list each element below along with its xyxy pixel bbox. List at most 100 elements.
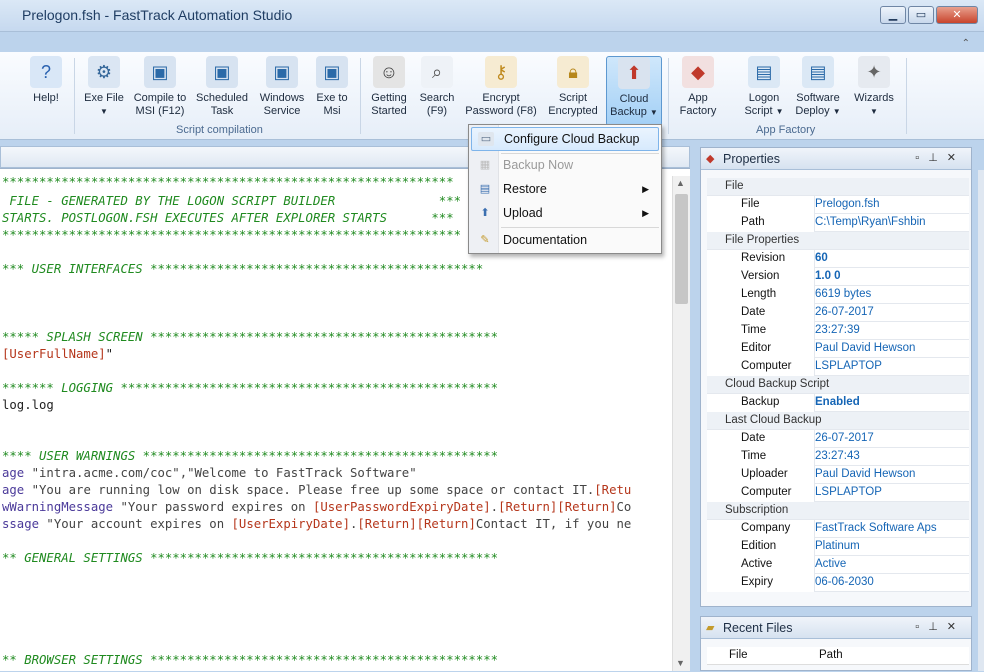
- maximize-button[interactable]: ▭: [908, 6, 934, 24]
- category-file[interactable]: File: [707, 178, 969, 196]
- property-row[interactable]: Version 1.0 0: [707, 268, 969, 286]
- exe-to-msi-button[interactable]: ▣ Exe to Msi: [312, 56, 352, 132]
- chevron-down-icon: ▼: [100, 107, 108, 116]
- code-line: **** USER WARNINGS *********************…: [2, 449, 499, 463]
- code-line: wWarningMessage "Your password expires o…: [2, 500, 632, 514]
- property-row[interactable]: Company FastTrack Software Aps: [707, 520, 969, 538]
- column-file[interactable]: File: [729, 649, 748, 661]
- property-row[interactable]: Date 26-07-2017: [707, 430, 969, 448]
- window-title: Prelogon.fsh - FastTrack Automation Stud…: [22, 7, 293, 23]
- submenu-arrow-icon: ▶: [642, 208, 649, 218]
- menu-item-configure-cloud-backup[interactable]: ▭ Configure Cloud Backup: [471, 127, 659, 151]
- scroll-up-icon[interactable]: ▲: [676, 178, 685, 188]
- code-line: *** USER INTERFACES ********************…: [2, 262, 484, 276]
- restore-icon: ▤: [479, 183, 491, 195]
- chevron-down-icon: ▼: [775, 107, 784, 116]
- exe-to-msi-icon: ▣: [316, 56, 348, 88]
- code-line: ******* LOGGING ************************…: [2, 381, 499, 395]
- wizards-icon: ✦: [858, 56, 890, 88]
- category-file-properties[interactable]: File Properties: [707, 232, 969, 250]
- property-row[interactable]: Active Active: [707, 556, 969, 574]
- cloud-backup-menu: ▭ Configure Cloud Backup ▦ Backup Now ▤ …: [468, 124, 662, 254]
- menu-separator: [501, 227, 659, 228]
- column-path[interactable]: Path: [819, 649, 843, 661]
- script-encrypted-button[interactable]: 🔒︎ Script Encrypted: [544, 56, 602, 132]
- upload-icon: ⬆: [480, 207, 490, 219]
- code-line: [UserFullName]": [2, 347, 114, 361]
- code-line: age "You are running low on disk space. …: [2, 483, 632, 497]
- logon-script-button[interactable]: ▤ Logon Script ▼: [742, 56, 786, 132]
- search-button[interactable]: ⌕ Search (F9): [416, 56, 458, 132]
- cloud-backup-button[interactable]: ⬆ Cloud Backup ▼: [606, 56, 662, 126]
- property-row[interactable]: Uploader Paul David Hewson: [707, 466, 969, 484]
- scheduled-task-button[interactable]: ▣ Scheduled Task: [194, 56, 250, 132]
- encrypt-password-button[interactable]: ⚷ Encrypt Password (F8): [464, 56, 538, 132]
- software-deploy-button[interactable]: ▤ Software Deploy ▼: [792, 56, 844, 132]
- property-row[interactable]: Editor Paul David Hewson: [707, 340, 969, 358]
- chevron-down-icon: ▼: [649, 108, 658, 117]
- property-row[interactable]: Time 23:27:43: [707, 448, 969, 466]
- app-factory-button[interactable]: ◆ App Factory: [674, 56, 722, 132]
- person-icon: ☺: [373, 56, 405, 88]
- ribbon-separator: [74, 58, 75, 134]
- code-line: ****************************************…: [2, 175, 454, 189]
- title-bar: Prelogon.fsh - FastTrack Automation Stud…: [0, 0, 984, 32]
- ribbon-separator: [360, 58, 361, 134]
- code-line: STARTS. POSTLOGON.FSH EXECUTES AFTER EXP…: [2, 211, 454, 225]
- code-line: ** BROWSER SETTINGS ********************…: [2, 653, 499, 667]
- menu-item-backup-now[interactable]: ▦ Backup Now: [471, 154, 659, 178]
- property-row[interactable]: Length 6619 bytes: [707, 286, 969, 304]
- scheduled-task-icon: ▣: [206, 56, 238, 88]
- group-label-app-factory: App Factory: [756, 124, 816, 136]
- getting-started-button[interactable]: ☺ Getting Started: [366, 56, 412, 132]
- property-row[interactable]: Edition Platinum: [707, 538, 969, 556]
- close-button[interactable]: ✕: [936, 6, 978, 24]
- app-factory-icon: ◆: [682, 56, 714, 88]
- group-label-script-compilation: Script compilation: [176, 124, 263, 136]
- editor-scrollbar[interactable]: ▲ ▼: [672, 176, 690, 671]
- category-subscription[interactable]: Subscription: [707, 502, 969, 520]
- scrollbar-thumb[interactable]: [675, 194, 688, 304]
- recent-files-columns: File Path: [707, 647, 969, 665]
- wizards-button[interactable]: ✦ Wizards ▼: [850, 56, 898, 132]
- properties-icon: ◆: [706, 153, 715, 165]
- exe-file-icon: ⚙: [88, 56, 120, 88]
- software-deploy-icon: ▤: [802, 56, 834, 88]
- panel-buttons[interactable]: ▫⊥✕: [915, 620, 965, 633]
- property-row[interactable]: File Prelogon.fsh: [707, 196, 969, 214]
- category-cloud-backup-script[interactable]: Cloud Backup Script: [707, 376, 969, 394]
- property-row[interactable]: Path C:\Temp\Ryan\Fshbin: [707, 214, 969, 232]
- property-row[interactable]: Backup Enabled: [707, 394, 969, 412]
- property-row[interactable]: Date 26-07-2017: [707, 304, 969, 322]
- help-button[interactable]: ? Help!: [26, 56, 66, 132]
- lock-icon: 🔒︎: [557, 56, 589, 88]
- configure-icon: ▭: [478, 132, 494, 146]
- cloud-backup-icon: ⬆: [618, 57, 650, 89]
- window-controls: ▁ ▭ ✕: [878, 6, 978, 24]
- code-line: ***** SPLASH SCREEN ********************…: [2, 330, 499, 344]
- property-row[interactable]: Revision 60: [707, 250, 969, 268]
- properties-header: ◆ Properties ▫⊥✕: [701, 148, 971, 170]
- property-row[interactable]: Computer LSPLAPTOP: [707, 358, 969, 376]
- windows-service-button[interactable]: ▣ Windows Service: [256, 56, 308, 132]
- minimize-button[interactable]: ▁: [880, 6, 906, 24]
- menu-item-restore[interactable]: ▤ Restore ▶: [471, 178, 659, 202]
- scroll-down-icon[interactable]: ▼: [676, 658, 685, 668]
- compile-msi-button[interactable]: ▣ Compile to MSI (F12): [132, 56, 188, 132]
- window-edge: [978, 170, 984, 671]
- menu-item-upload[interactable]: ⬆ Upload ▶: [471, 202, 659, 226]
- logon-script-icon: ▤: [748, 56, 780, 88]
- code-line: ssage "Your account expires on [UserExpi…: [2, 517, 632, 531]
- search-icon: ⌕: [421, 56, 453, 88]
- submenu-arrow-icon: ▶: [642, 184, 649, 194]
- property-row[interactable]: Time 23:27:39: [707, 322, 969, 340]
- property-row[interactable]: Expiry 06-06-2030: [707, 574, 969, 592]
- category-last-cloud-backup[interactable]: Last Cloud Backup: [707, 412, 969, 430]
- panel-buttons[interactable]: ▫⊥✕: [915, 151, 965, 164]
- property-row[interactable]: Computer LSPLAPTOP: [707, 484, 969, 502]
- menu-item-documentation[interactable]: ✎ Documentation: [471, 229, 659, 253]
- documentation-icon: ✎: [480, 234, 490, 246]
- exe-file-button[interactable]: ⚙ Exe File ▼: [80, 56, 128, 132]
- ribbon-collapse-icon[interactable]: ⌃: [962, 38, 970, 49]
- help-icon: ?: [30, 56, 62, 88]
